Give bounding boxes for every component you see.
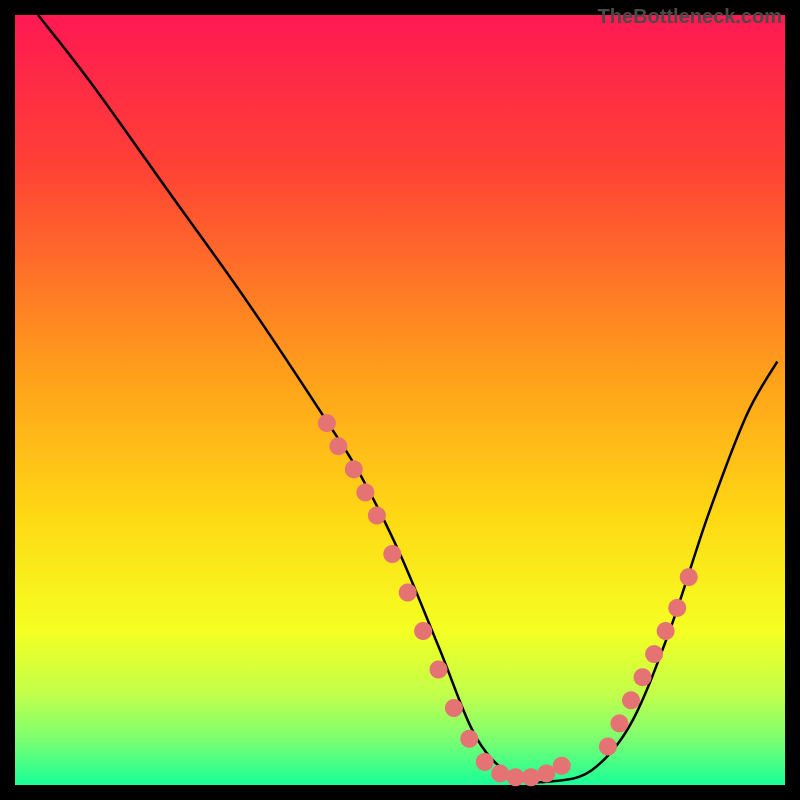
highlight-marker (414, 622, 432, 640)
plot-background (15, 15, 785, 785)
highlight-marker (476, 753, 494, 771)
highlight-marker (399, 584, 417, 602)
highlight-marker (345, 460, 363, 478)
bottleneck-chart (0, 0, 800, 800)
highlight-marker (599, 738, 617, 756)
highlight-marker (610, 714, 628, 732)
highlight-marker (553, 757, 571, 775)
highlight-marker (430, 661, 448, 679)
highlight-marker (507, 768, 525, 786)
highlight-marker (522, 768, 540, 786)
watermark-text: TheBottleneck.com (598, 6, 782, 29)
highlight-marker (491, 764, 509, 782)
highlight-marker (460, 730, 478, 748)
chart-container: TheBottleneck.com (0, 0, 800, 800)
highlight-marker (645, 645, 663, 663)
highlight-marker (368, 507, 386, 525)
highlight-marker (657, 622, 675, 640)
highlight-marker (622, 691, 640, 709)
highlight-marker (634, 668, 652, 686)
highlight-marker (356, 483, 374, 501)
highlight-marker (383, 545, 401, 563)
highlight-marker (668, 599, 686, 617)
highlight-marker (329, 437, 347, 455)
highlight-marker (680, 568, 698, 586)
highlight-marker (445, 699, 463, 717)
highlight-marker (537, 764, 555, 782)
highlight-marker (318, 414, 336, 432)
